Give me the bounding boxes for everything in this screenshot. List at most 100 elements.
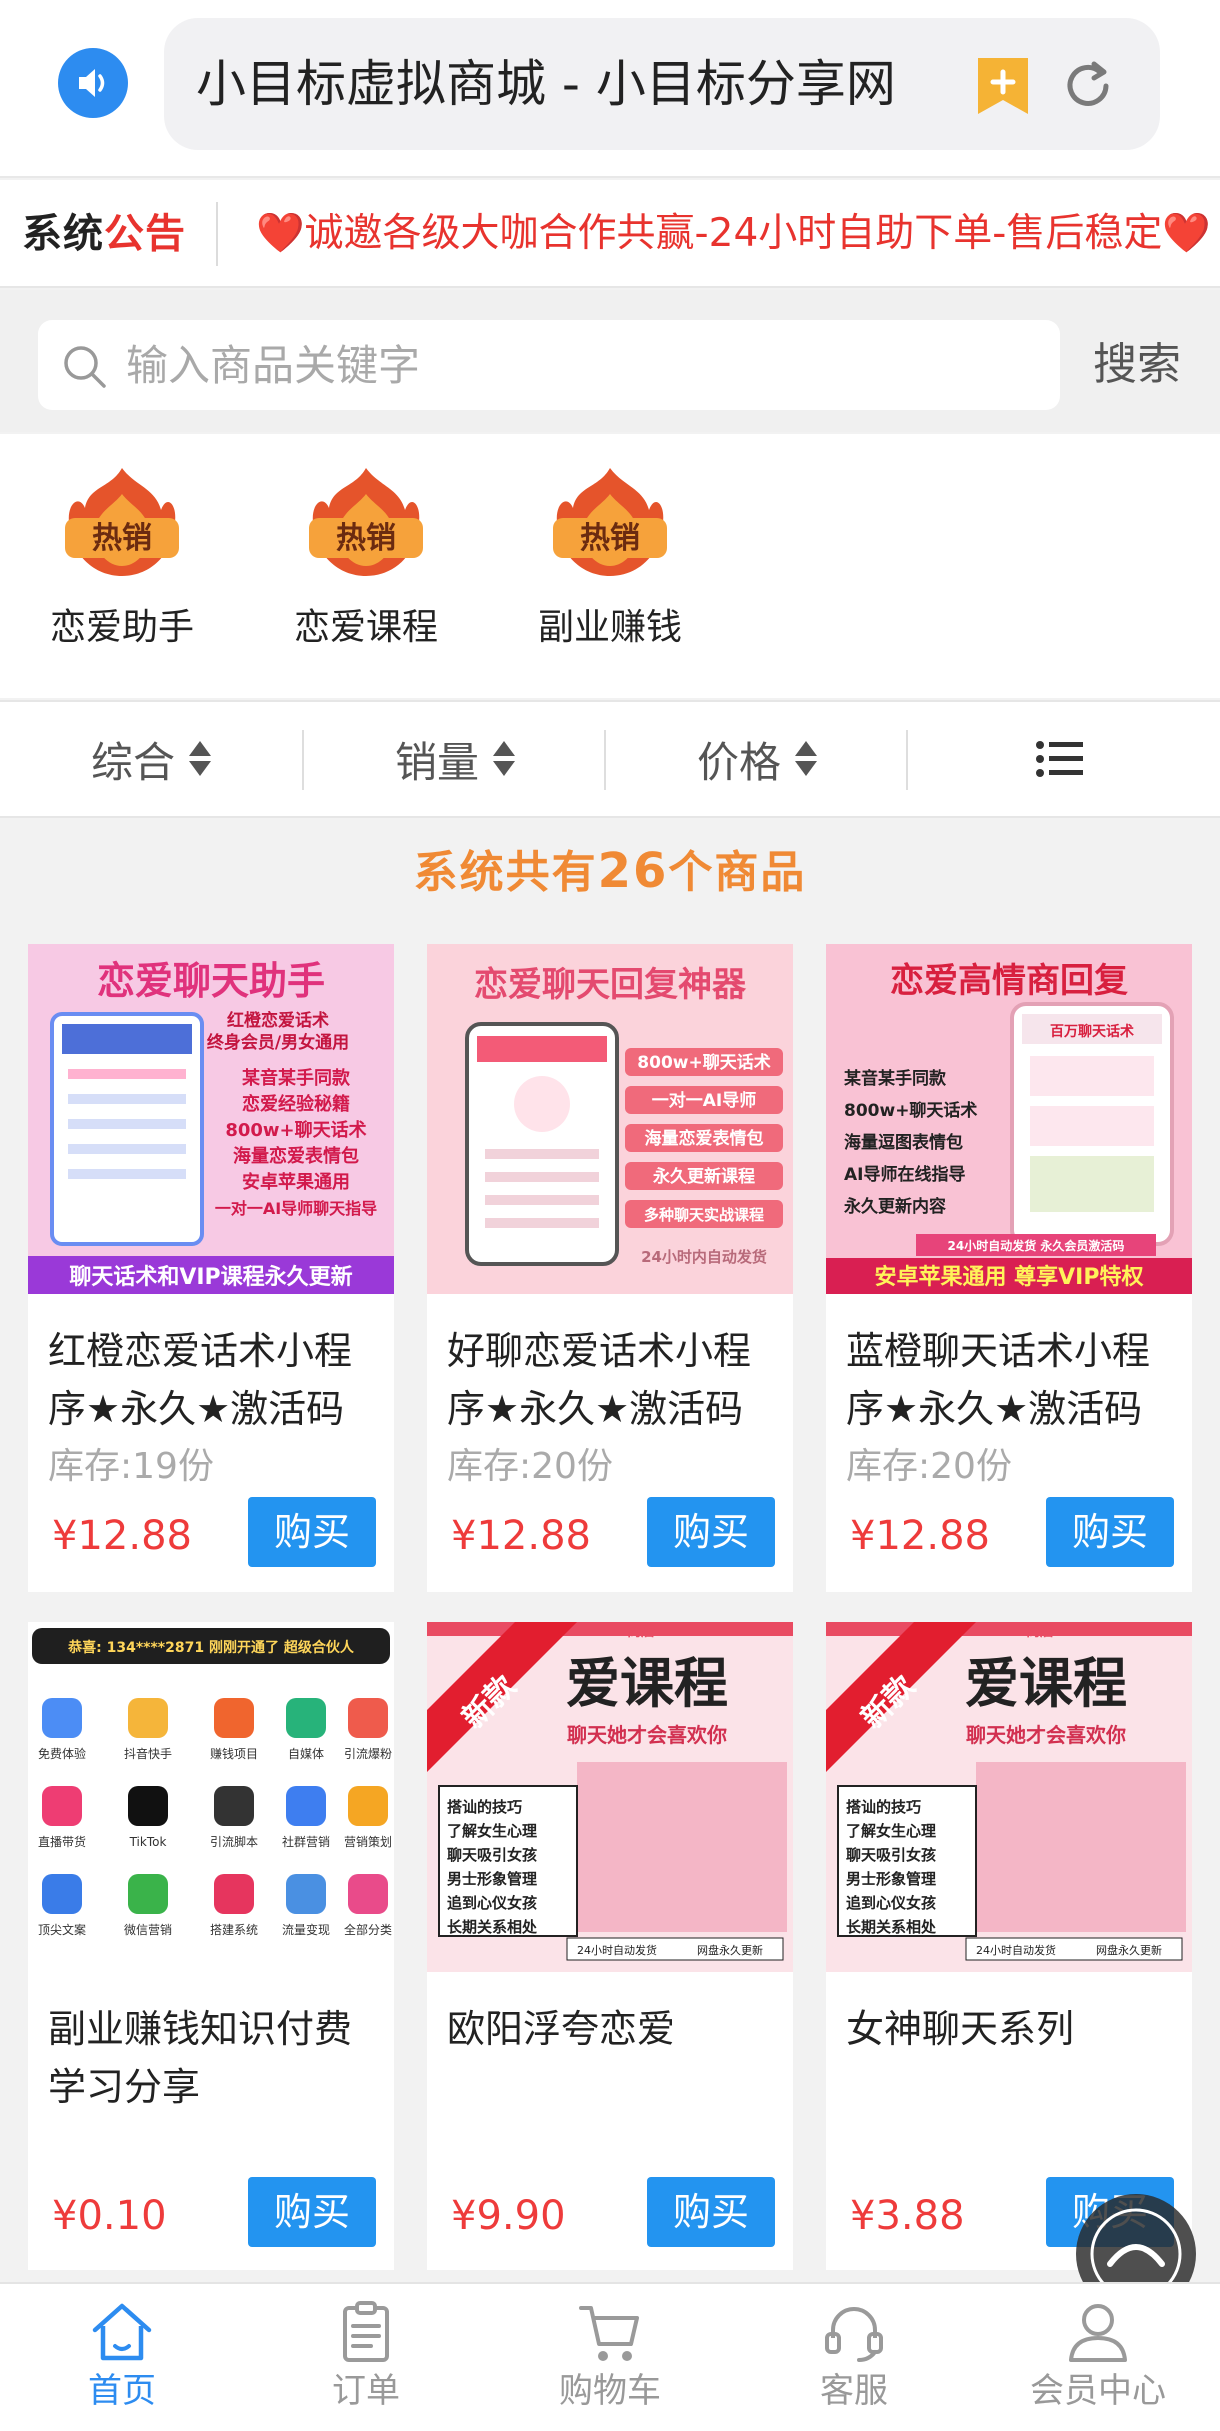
page: 小目标虚拟商城 - 小目标分享网 系统公告 ❤️诚邀各级大咖合作共赢-24小时自… <box>0 0 1220 2431</box>
svg-text:营销策划: 营销策划 <box>344 1835 392 1849</box>
buy-button[interactable]: 购买 <box>647 2177 775 2247</box>
svg-text:了解女生心理: 了解女生心理 <box>447 1822 537 1840</box>
svg-text:一对一AI导师: 一对一AI导师 <box>652 1090 756 1111</box>
headset-icon <box>825 2307 883 2362</box>
svg-text:抖音快手: 抖音快手 <box>124 1746 172 1761</box>
svg-text:网盘永久更新: 网盘永久更新 <box>697 1943 763 1957</box>
svg-text:商店: 商店 <box>627 1623 655 1640</box>
product-name[interactable]: 副业赚钱知识付费学习分享 <box>48 2000 378 2116</box>
buy-button[interactable]: 购买 <box>647 1497 775 1567</box>
svg-text:追到心仪女孩: 追到心仪女孩 <box>846 1894 936 1912</box>
svg-text:800w+聊天话术: 800w+聊天话术 <box>844 1100 977 1121</box>
list-icon <box>1036 741 1083 777</box>
svg-text:永久更新内容: 永久更新内容 <box>843 1196 946 1217</box>
product-name[interactable]: 蓝橙聊天话术小程序★永久★激活码 <box>846 1322 1176 1438</box>
svg-text:TikTok: TikTok <box>129 1835 167 1849</box>
svg-text:自媒体: 自媒体 <box>288 1747 324 1761</box>
sort-general[interactable]: 综合 <box>0 702 302 816</box>
svg-text:网盘永久更新: 网盘永久更新 <box>1096 1943 1162 1957</box>
nav-home[interactable]: 首页 <box>0 2284 244 2431</box>
svg-text:搭建系统: 搭建系统 <box>210 1923 258 1937</box>
product-card[interactable]: 恋爱聊天助手 红橙恋爱话术 终身会员/男女通用 某音某手同款 恋爱经验秘籍 80… <box>28 944 394 1592</box>
svg-text:引流爆粉: 引流爆粉 <box>344 1747 392 1761</box>
nav-orders[interactable]: 订单 <box>244 2284 488 2431</box>
sort-arrows-icon <box>493 739 515 779</box>
svg-text:800w+聊天话术: 800w+聊天话术 <box>225 1119 366 1141</box>
search-button[interactable]: 搜索 <box>1082 330 1192 400</box>
svg-text:恋爱高情商回复: 恋爱高情商回复 <box>890 961 1128 1001</box>
buy-button[interactable]: 购买 <box>248 2177 376 2247</box>
svg-text:微信营销: 微信营销 <box>124 1923 172 1937</box>
hot-sale-flame-icon: 热销 <box>65 468 179 576</box>
svg-text:24小时自动发货: 24小时自动发货 <box>577 1943 657 1957</box>
product-price: ¥9.90 <box>451 2193 566 2239</box>
sort-arrows-icon <box>189 739 211 779</box>
svg-text:追到心仪女孩: 追到心仪女孩 <box>447 1894 537 1912</box>
divider <box>216 202 218 266</box>
buy-button[interactable]: 购买 <box>1046 1497 1174 1567</box>
product-name[interactable]: 红橙恋爱话术小程序★永久★激活码 <box>48 1322 378 1438</box>
svg-text:热销: 热销 <box>92 521 152 556</box>
svg-text:社群营销: 社群营销 <box>282 1834 330 1849</box>
product-name[interactable]: 好聊恋爱话术小程序★永久★激活码 <box>447 1322 777 1438</box>
product-stock: 库存:19份 <box>48 1446 214 1487</box>
svg-text:海量逗图表情包: 海量逗图表情包 <box>844 1132 963 1153</box>
search-icon <box>64 346 106 388</box>
product-card[interactable]: 商店 爱课程 聊天她才会喜欢你 搭讪的技巧 了解女生心理 聊天吸引女孩 男士形象… <box>427 1622 793 2270</box>
search-box <box>38 320 1060 410</box>
category-love-assistant[interactable]: 热销 恋爱助手 <box>22 464 222 674</box>
buy-button[interactable]: 购买 <box>248 1497 376 1567</box>
toggle-list-view[interactable] <box>908 702 1210 816</box>
bottom-navigation: 首页 订单 购物车 客服 会员中心 <box>0 2282 1220 2431</box>
home-icon <box>92 2303 152 2361</box>
svg-text:聊天她才会喜欢你: 聊天她才会喜欢你 <box>567 1723 727 1747</box>
product-image: 恋爱高情商回复 百万聊天话术 某音某手同款 800w+聊天话术 海量逗图表情包 … <box>826 944 1192 1294</box>
svg-text:搭讪的技巧: 搭讪的技巧 <box>447 1798 522 1816</box>
product-price: ¥0.10 <box>52 2193 167 2239</box>
svg-text:热销: 热销 <box>580 521 640 556</box>
hot-sale-flame-icon: 热销 <box>309 468 423 576</box>
product-card[interactable]: 恋爱聊天回复神器 800w+聊天话术 一对一AI导师 海量恋爱表情包 永久更新课… <box>427 944 793 1592</box>
svg-text:聊天话术和VIP课程永久更新: 聊天话术和VIP课程永久更新 <box>69 1264 352 1290</box>
svg-text:爱课程: 爱课程 <box>566 1652 728 1715</box>
cart-icon <box>579 2306 639 2361</box>
svg-text:某音某手同款: 某音某手同款 <box>242 1067 351 1089</box>
search-input[interactable] <box>126 330 1026 400</box>
notice-marquee: ❤️诚邀各级大咖合作共赢-24小时自助下单-售后稳定❤️ <box>256 211 1211 256</box>
speaker-button[interactable] <box>58 48 128 118</box>
product-card[interactable]: 商店 爱课程 聊天她才会喜欢你 搭讪的技巧 了解女生心理 聊天吸引女孩 男士形象… <box>826 1622 1192 2270</box>
svg-text:百万聊天话术: 百万聊天话术 <box>1050 1023 1134 1040</box>
nav-member-center[interactable]: 会员中心 <box>976 2284 1220 2431</box>
product-image: 恋爱聊天助手 红橙恋爱话术 终身会员/男女通用 某音某手同款 恋爱经验秘籍 80… <box>28 944 394 1294</box>
svg-text:聊天吸引女孩: 聊天吸引女孩 <box>447 1846 537 1864</box>
nav-customer-service[interactable]: 客服 <box>732 2284 976 2431</box>
sort-price[interactable]: 价格 <box>606 702 908 816</box>
svg-text:24小时自动发货: 24小时自动发货 <box>976 1943 1056 1957</box>
product-name[interactable]: 女神聊天系列 <box>846 2000 1176 2058</box>
category-side-income[interactable]: 热销 副业赚钱 <box>510 464 710 674</box>
product-price: ¥12.88 <box>451 1513 591 1559</box>
svg-text:赚钱项目: 赚钱项目 <box>210 1746 258 1761</box>
svg-text:海量恋爱表情包: 海量恋爱表情包 <box>645 1128 764 1149</box>
svg-text:恋爱经验秘籍: 恋爱经验秘籍 <box>242 1093 350 1115</box>
bookmark-add-icon[interactable] <box>974 54 1032 118</box>
category-label: 副业赚钱 <box>537 607 682 648</box>
sort-sales[interactable]: 销量 <box>304 702 606 816</box>
svg-text:流量变现: 流量变现 <box>282 1922 330 1937</box>
address-bar[interactable]: 小目标虚拟商城 - 小目标分享网 <box>164 18 1160 150</box>
product-card[interactable]: 恭喜: 134****2871 刚刚开通了 超级合伙人 免费体验 抖音快手 赚钱… <box>28 1622 394 2270</box>
user-icon <box>1069 2304 1127 2362</box>
page-title-in-address-bar: 小目标虚拟商城 - 小目标分享网 <box>196 55 896 113</box>
svg-text:长期关系相处: 长期关系相处 <box>447 1918 538 1936</box>
product-card[interactable]: 恋爱高情商回复 百万聊天话术 某音某手同款 800w+聊天话术 海量逗图表情包 … <box>826 944 1192 1592</box>
refresh-icon[interactable] <box>1058 56 1118 116</box>
product-name[interactable]: 欧阳浮夸恋爱 <box>447 2000 777 2058</box>
system-notice: 系统公告 ❤️诚邀各级大咖合作共赢-24小时自助下单-售后稳定❤️ <box>0 180 1220 288</box>
svg-text:终身会员/男女通用: 终身会员/男女通用 <box>207 1032 349 1053</box>
browser-bar: 小目标虚拟商城 - 小目标分享网 <box>0 0 1220 178</box>
svg-text:引流脚本: 引流脚本 <box>210 1834 258 1849</box>
nav-cart[interactable]: 购物车 <box>488 2284 732 2431</box>
svg-text:海量恋爱表情包: 海量恋爱表情包 <box>233 1145 359 1167</box>
category-label: 恋爱课程 <box>293 607 438 648</box>
category-love-course[interactable]: 热销 恋爱课程 <box>266 464 466 674</box>
